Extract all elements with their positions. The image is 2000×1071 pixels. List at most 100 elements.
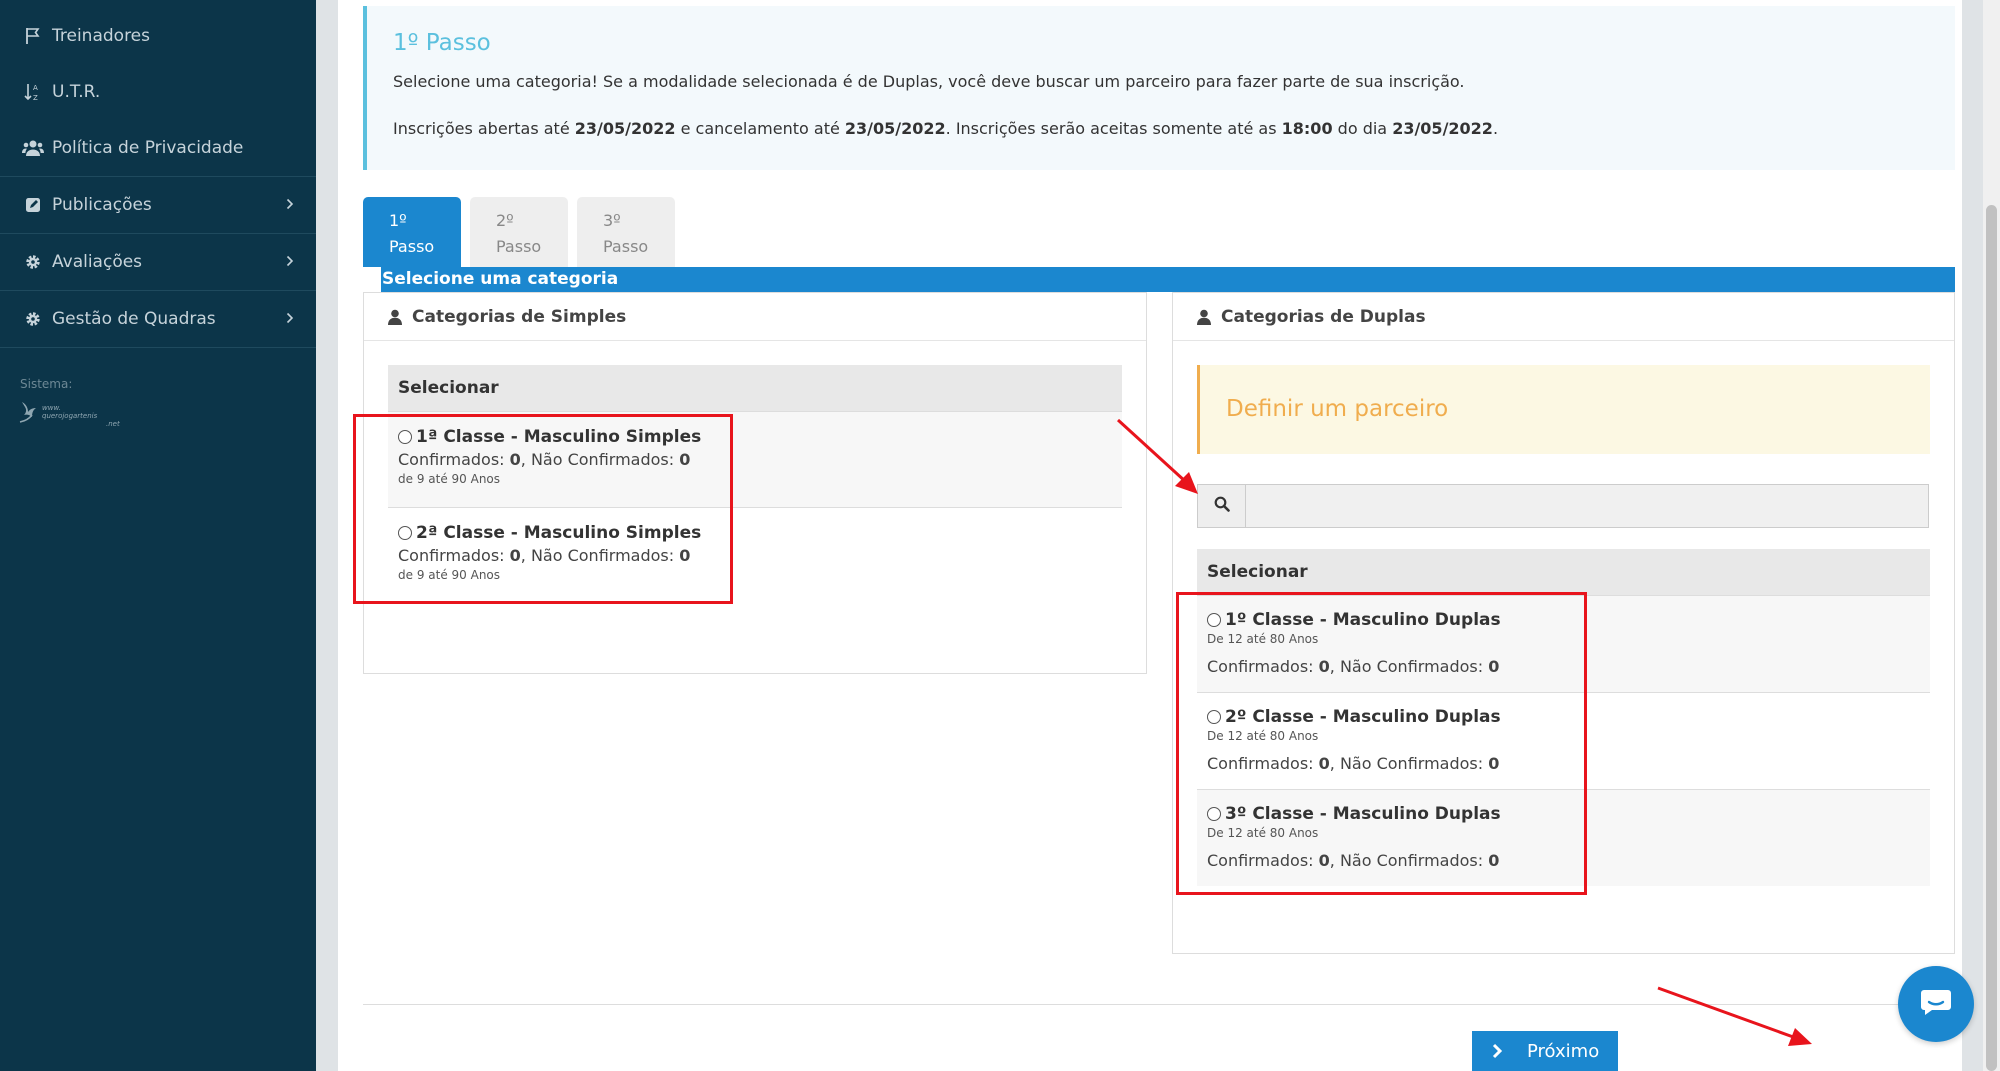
simples-categories-card: Categorias de Simples Selecionar 1ª Clas… bbox=[363, 292, 1147, 674]
dates-text: e cancelamento até bbox=[675, 119, 845, 138]
confirmed-count: 0 bbox=[1318, 754, 1330, 773]
card-title: Categorias de Simples bbox=[412, 306, 627, 327]
confirmed-count: 0 bbox=[509, 450, 521, 469]
select-header: Selecionar bbox=[1197, 549, 1930, 595]
tab-step-2[interactable]: 2º Passo bbox=[470, 197, 568, 267]
partner-search bbox=[1197, 484, 1929, 528]
counts-label: , Não Confirmados: bbox=[1329, 851, 1489, 870]
tab-number: 3º bbox=[603, 211, 621, 230]
select-header: Selecionar bbox=[388, 365, 1122, 411]
main-content: 1º Passo Selecione uma categoria! Se a m… bbox=[338, 0, 1962, 1071]
tab-number: 1º bbox=[389, 211, 407, 230]
chat-widget-button[interactable] bbox=[1898, 966, 1974, 1042]
sidebar-divider bbox=[0, 347, 316, 348]
sidebar-item-publicacoes[interactable]: Publicações bbox=[0, 177, 316, 233]
card-header: Categorias de Duplas bbox=[1173, 293, 1954, 341]
sidebar-item-label: U.T.R. bbox=[52, 82, 101, 102]
table-row[interactable]: 1º Classe - Masculino Duplas De 12 até 8… bbox=[1197, 595, 1930, 692]
category-radio[interactable] bbox=[398, 526, 412, 540]
step-info-box: 1º Passo Selecione uma categoria! Se a m… bbox=[363, 6, 1955, 170]
category-age-range: De 12 até 80 Anos bbox=[1207, 729, 1319, 743]
counts-label: , Não Confirmados: bbox=[1329, 754, 1489, 773]
next-button[interactable]: Próximo bbox=[1472, 1031, 1618, 1071]
tab-label: Passo bbox=[389, 237, 435, 256]
svg-text:querojogartenis: querojogartenis bbox=[42, 412, 98, 420]
category-radio[interactable] bbox=[1207, 807, 1221, 821]
dates-text: Inscrições abertas até bbox=[393, 119, 575, 138]
duplas-categories-card: Categorias de Duplas Definir um parceiro… bbox=[1172, 292, 1955, 954]
svg-text:.net: .net bbox=[106, 420, 120, 428]
svg-text:A: A bbox=[33, 84, 38, 92]
category-title: 3º Classe - Masculino Duplas bbox=[1225, 804, 1501, 824]
row-title-wrap: 3º Classe - Masculino Duplas bbox=[1207, 804, 1930, 824]
panel-title: Selecione uma categoria bbox=[381, 267, 1955, 292]
scrollbar-thumb[interactable] bbox=[1986, 205, 1997, 1071]
table-row[interactable]: 1ª Classe - Masculino Simples Confirmado… bbox=[388, 411, 1122, 507]
row-title-wrap: 2º Classe - Masculino Duplas bbox=[1207, 707, 1930, 727]
category-age-range: de 9 até 90 Anos bbox=[398, 472, 501, 486]
dates-text: . Inscrições serão aceitas somente até a… bbox=[945, 119, 1282, 138]
step-instructions: Selecione uma categoria! Se a modalidade… bbox=[393, 72, 1465, 91]
category-radio[interactable] bbox=[1207, 613, 1221, 627]
unconfirmed-count: 0 bbox=[679, 450, 691, 469]
category-age-range: de 9 até 90 Anos bbox=[398, 568, 501, 582]
gear-icon bbox=[22, 308, 44, 330]
counts-label: , Não Confirmados: bbox=[1329, 657, 1489, 676]
counts-label: , Não Confirmados: bbox=[520, 546, 680, 565]
divider bbox=[363, 1004, 1955, 1005]
cancellation-deadline: 23/05/2022 bbox=[844, 119, 946, 138]
sidebar-item-gestao-quadras[interactable]: Gestão de Quadras bbox=[0, 291, 316, 347]
sidebar-item-privacidade[interactable]: Política de Privacidade bbox=[0, 120, 316, 176]
category-counts: Confirmados: 0, Não Confirmados: 0 bbox=[1207, 657, 1930, 676]
search-button[interactable] bbox=[1198, 485, 1246, 527]
category-title: 2º Classe - Masculino Duplas bbox=[1225, 707, 1501, 727]
unconfirmed-count: 0 bbox=[679, 546, 691, 565]
sidebar-item-utr[interactable]: AZ U.T.R. bbox=[0, 64, 316, 120]
counts-label: Confirmados: bbox=[1207, 851, 1319, 870]
tab-label: Passo bbox=[603, 237, 649, 256]
search-icon bbox=[1214, 496, 1230, 516]
sidebar-item-treinadores[interactable]: Treinadores bbox=[0, 8, 316, 64]
sidebar-item-label: Política de Privacidade bbox=[52, 138, 244, 158]
table-row[interactable]: 3º Classe - Masculino Duplas De 12 até 8… bbox=[1197, 789, 1930, 886]
counts-label: Confirmados: bbox=[1207, 657, 1319, 676]
dates-text: . bbox=[1492, 119, 1499, 138]
confirmed-count: 0 bbox=[1318, 851, 1330, 870]
partner-search-input[interactable] bbox=[1246, 485, 1928, 527]
tab-label: Passo bbox=[496, 237, 542, 256]
sidebar: Treinadores AZ U.T.R. Política de Privac… bbox=[0, 0, 316, 1071]
chevron-right-icon bbox=[1492, 1043, 1503, 1059]
tab-step-1[interactable]: 1º Passo bbox=[363, 197, 461, 267]
table-row[interactable]: 2ª Classe - Masculino Simples Confirmado… bbox=[388, 507, 1122, 603]
category-radio[interactable] bbox=[1207, 710, 1221, 724]
svg-text:www.: www. bbox=[42, 404, 61, 412]
sidebar-item-avaliacoes[interactable]: Avaliações bbox=[0, 234, 316, 290]
card-title: Categorias de Duplas bbox=[1221, 306, 1426, 327]
chevron-right-icon bbox=[286, 252, 294, 272]
category-age-range: De 12 até 80 Anos bbox=[1207, 826, 1319, 840]
dates-text: do dia bbox=[1332, 119, 1393, 138]
card-header: Categorias de Simples bbox=[364, 293, 1146, 341]
unconfirmed-count: 0 bbox=[1488, 851, 1500, 870]
category-title: 1º Classe - Masculino Duplas bbox=[1225, 610, 1501, 630]
step-title: 1º Passo bbox=[393, 30, 491, 56]
sidebar-item-label: Treinadores bbox=[52, 26, 150, 46]
users-icon bbox=[22, 137, 44, 159]
counts-label: Confirmados: bbox=[398, 450, 510, 469]
tab-step-3[interactable]: 3º Passo bbox=[577, 197, 675, 267]
scrollbar-track[interactable] bbox=[1983, 0, 2000, 1071]
user-icon bbox=[388, 309, 402, 325]
edit-square-icon bbox=[22, 194, 44, 216]
counts-label: Confirmados: bbox=[398, 546, 510, 565]
category-radio[interactable] bbox=[398, 430, 412, 444]
registration-deadline: 23/05/2022 bbox=[574, 119, 676, 138]
sidebar-item-label: Avaliações bbox=[52, 252, 143, 272]
chevron-right-icon bbox=[286, 309, 294, 329]
category-title: 2ª Classe - Masculino Simples bbox=[416, 523, 702, 543]
table-row[interactable]: 2º Classe - Masculino Duplas De 12 até 8… bbox=[1197, 692, 1930, 789]
category-counts: Confirmados: 0, Não Confirmados: 0 bbox=[1207, 851, 1930, 870]
user-icon bbox=[1197, 309, 1211, 325]
category-counts: Confirmados: 0, Não Confirmados: 0 bbox=[398, 546, 1122, 565]
flag-icon bbox=[22, 25, 44, 47]
row-title-wrap: 1ª Classe - Masculino Simples bbox=[398, 427, 1122, 447]
